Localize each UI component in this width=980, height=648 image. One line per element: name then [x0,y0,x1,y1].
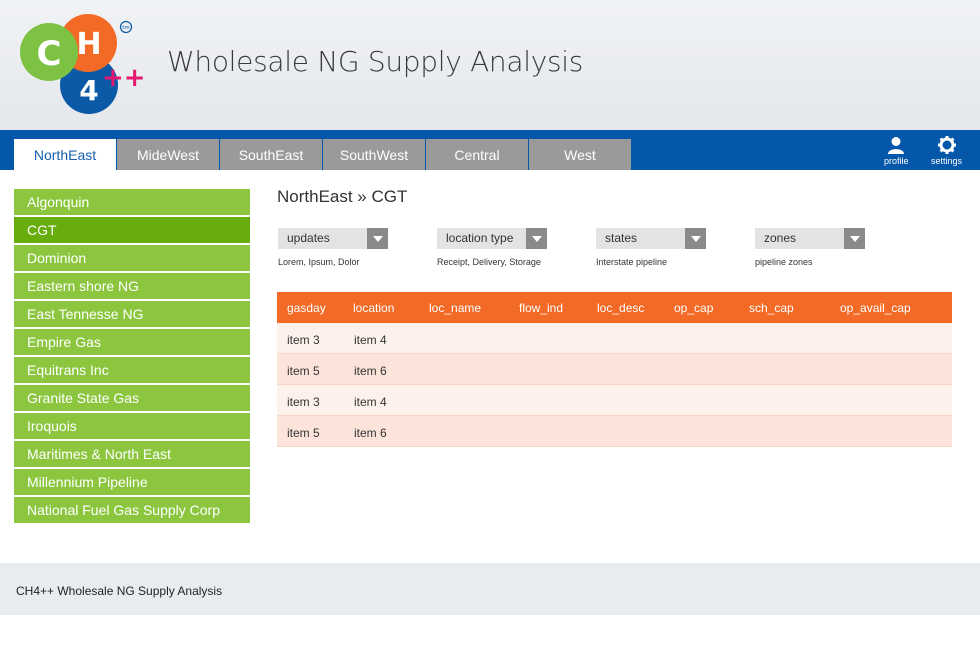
logo-letter-c: C [37,34,62,74]
tab-central[interactable]: Central [426,139,528,170]
tab-west[interactable]: West [529,139,631,170]
filter-description: Lorem, Ipsum, Dolor [278,257,360,267]
sidebar-item-cgt[interactable]: CGT [14,217,250,243]
table-row[interactable]: item 5 item 6 [277,354,952,385]
cell-location: item 6 [354,426,387,440]
table-row[interactable]: item 5 item 6 [277,416,952,447]
table-row[interactable]: item 3 item 4 [277,323,952,354]
dropdown-label: updates [287,231,330,245]
chevron-down-icon [844,228,865,249]
filter-description: Receipt, Delivery, Storage [437,257,541,267]
column-header-flow-ind[interactable]: flow_ind [519,301,563,315]
column-header-location[interactable]: location [353,301,394,315]
app-title: Wholesale NG Supply Analysis [167,45,584,78]
logo-letter-h: H [76,27,101,62]
dropdown-label: location type [446,231,514,245]
breadcrumb: NorthEast » CGT [277,187,408,206]
sidebar-item-algonquin[interactable]: Algonquin [14,189,250,215]
filter-zones: zones pipeline zones [755,228,865,267]
gear-icon [937,136,956,154]
filter-updates: updates Lorem, Ipsum, Dolor [278,228,388,267]
filter-location-type: location type Receipt, Delivery, Storage [437,228,547,267]
sidebar-item-millennium-pipeline[interactable]: Millennium Pipeline [14,469,250,495]
dropdown-label: states [605,231,638,245]
supply-table: gasday location loc_name flow_ind loc_de… [277,292,952,447]
sidebar-item-maritimes-north-east[interactable]: Maritimes & North East [14,441,250,467]
user-icon [888,137,905,154]
region-navbar: NorthEast MideWest SouthEast SouthWest C… [0,130,980,170]
column-header-sch-cap[interactable]: sch_cap [749,301,794,315]
cell-location: item 4 [354,395,387,409]
settings-button[interactable]: settings [931,136,962,166]
sidebar-item-empire-gas[interactable]: Empire Gas [14,329,250,355]
logo-trademark: tm [122,25,130,31]
region-tabs: NorthEast MideWest SouthEast SouthWest C… [14,139,632,170]
chevron-down-icon [685,228,706,249]
cell-location: item 4 [354,333,387,347]
profile-label: profile [884,156,909,166]
pipeline-sidebar: Algonquin CGT Dominion Eastern shore NG … [14,189,250,525]
column-header-op-avail-cap[interactable]: op_avail_cap [840,301,911,315]
chevron-down-icon [367,228,388,249]
page-footer: CH4++ Wholesale NG Supply Analysis [0,563,980,615]
footer-text: CH4++ Wholesale NG Supply Analysis [16,584,223,598]
sidebar-item-iroquois[interactable]: Iroquois [14,413,250,439]
cell-location: item 6 [354,364,387,378]
sidebar-item-east-tennesse-ng[interactable]: East Tennesse NG [14,301,250,327]
column-header-loc-desc[interactable]: loc_desc [597,301,644,315]
tab-northeast[interactable]: NorthEast [14,139,116,170]
states-dropdown[interactable]: states [596,228,706,249]
sidebar-item-dominion[interactable]: Dominion [14,245,250,271]
filter-description: Interstate pipeline [596,257,668,267]
sidebar-item-eastern-shore-ng[interactable]: Eastern shore NG [14,273,250,299]
settings-label: settings [931,156,963,166]
location-type-dropdown[interactable]: location type [437,228,547,249]
logo-digit-4: 4 [79,74,98,107]
app-header: C H 4 ++ tm Wholesale NG Supply Analysis [0,0,980,130]
column-header-op-cap[interactable]: op_cap [674,301,713,315]
cell-gasday: item 3 [287,395,320,409]
tab-southeast[interactable]: SouthEast [220,139,322,170]
table-row[interactable]: item 3 item 4 [277,385,952,416]
profile-button[interactable]: profile [884,136,909,166]
logo-plus: ++ [102,63,146,93]
updates-dropdown[interactable]: updates [278,228,388,249]
sidebar-item-granite-state-gas[interactable]: Granite State Gas [14,385,250,411]
cell-gasday: item 5 [287,426,320,440]
dropdown-label: zones [764,231,797,245]
filter-description: pipeline zones [755,257,813,267]
chevron-down-icon [526,228,547,249]
ch4-logo: C H 4 ++ tm [20,14,146,114]
sidebar-item-equitrans-inc[interactable]: Equitrans Inc [14,357,250,383]
tab-southwest[interactable]: SouthWest [323,139,425,170]
tab-midewest[interactable]: MideWest [117,139,219,170]
sidebar-item-national-fuel-gas[interactable]: National Fuel Gas Supply Corp [14,497,250,523]
column-header-gasday[interactable]: gasday [287,301,326,315]
cell-gasday: item 3 [287,333,320,347]
zones-dropdown[interactable]: zones [755,228,865,249]
filter-states: states Interstate pipeline [596,228,706,267]
column-header-loc-name[interactable]: loc_name [429,301,481,315]
cell-gasday: item 5 [287,364,320,378]
table-header: gasday location loc_name flow_ind loc_de… [277,292,952,323]
